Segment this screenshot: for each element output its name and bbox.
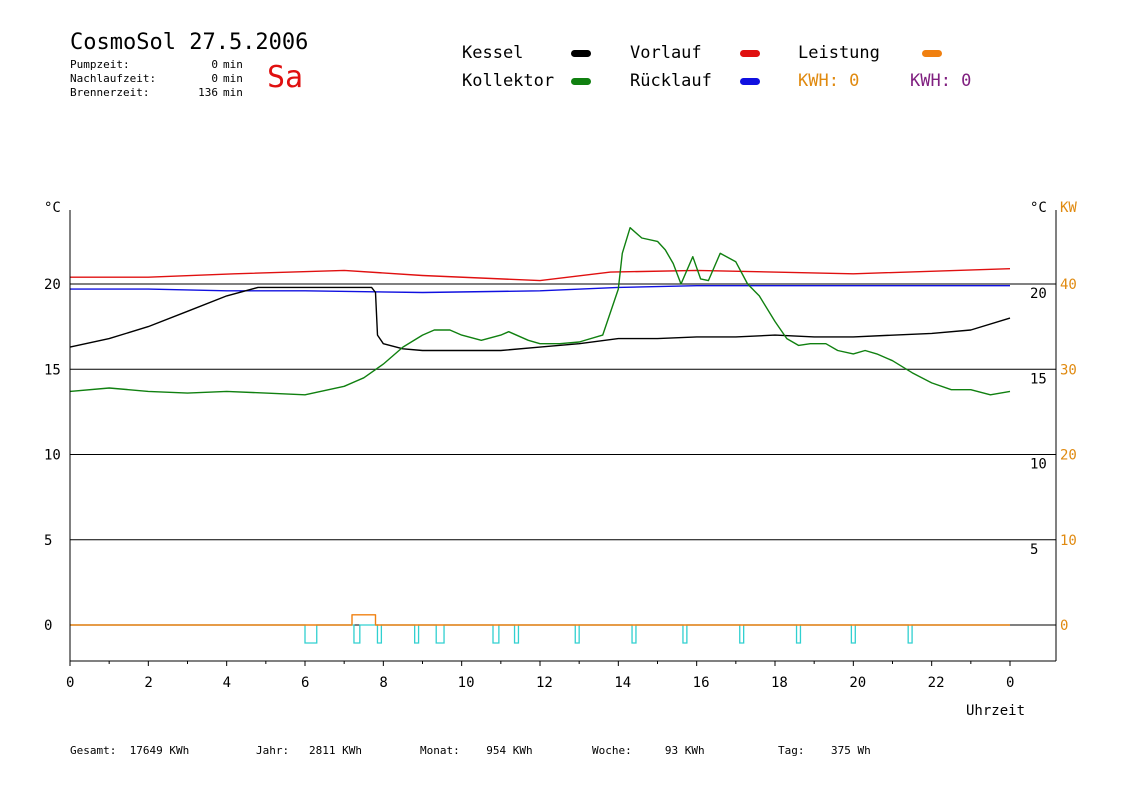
x-tick-label: 4 [223,675,231,691]
y-unit-left: °C [44,200,61,216]
x-tick-label: 16 [693,675,710,691]
footer-monat: Monat: 954 KWh [420,744,533,757]
y-tick-right-kw: 30 [1060,362,1077,378]
x-tick-label: 22 [928,675,945,691]
footer-tag: Tag: 375 Wh [778,744,871,757]
y-tick-right-kw: 20 [1060,448,1077,464]
brenner-series [70,624,1010,644]
y-tick-right-kw: 0 [1060,618,1068,634]
y-tick-right-kw: 40 [1060,277,1077,293]
y-tick-left: 15 [44,362,61,378]
x-tick-label: 18 [771,675,788,691]
y-unit-right-kw: KW [1060,200,1077,216]
y-tick-right-c: 5 [1030,542,1038,558]
x-tick-label: 14 [614,675,631,691]
y-tick-left: 20 [44,277,61,293]
x-tick-label: 0 [66,675,74,691]
y-tick-right-c: 15 [1030,371,1047,387]
y-tick-left: 0 [44,618,52,634]
data-layer [69,226,1011,644]
footer-jahr: Jahr: 2811 KWh [256,744,362,757]
series-ruecklauf [70,285,1010,294]
y-tick-left: 10 [44,448,61,464]
x-tick-label: 0 [1006,675,1014,691]
x-tick-label: 2 [144,675,152,691]
y-tick-right-c: 20 [1030,286,1047,302]
temperature-chart: 20 15 10 5 0 20 15 10 5 40 30 20 10 0 °C °C KW 0 2 4 6 8 10 12 1… [44,200,1077,719]
series-kessel [69,286,1011,352]
x-tick-label: 8 [379,675,387,691]
y-tick-right-c: 10 [1030,457,1047,473]
x-tick-label: 6 [301,675,309,691]
series-vorlauf [70,268,1011,282]
footer-gesamt: Gesamt: 17649 KWh [70,744,190,757]
series-leistung [70,614,1010,626]
x-tick-label: 12 [536,675,553,691]
x-tick-label: 10 [458,675,475,691]
x-tick-label: 20 [849,675,866,691]
footer-woche: Woche: 93 KWh [592,744,705,757]
y-tick-right-kw: 10 [1060,533,1077,549]
y-unit-right-c: °C [1030,200,1047,216]
x-axis-label: Uhrzeit [966,703,1025,719]
y-tick-left: 5 [44,533,52,549]
